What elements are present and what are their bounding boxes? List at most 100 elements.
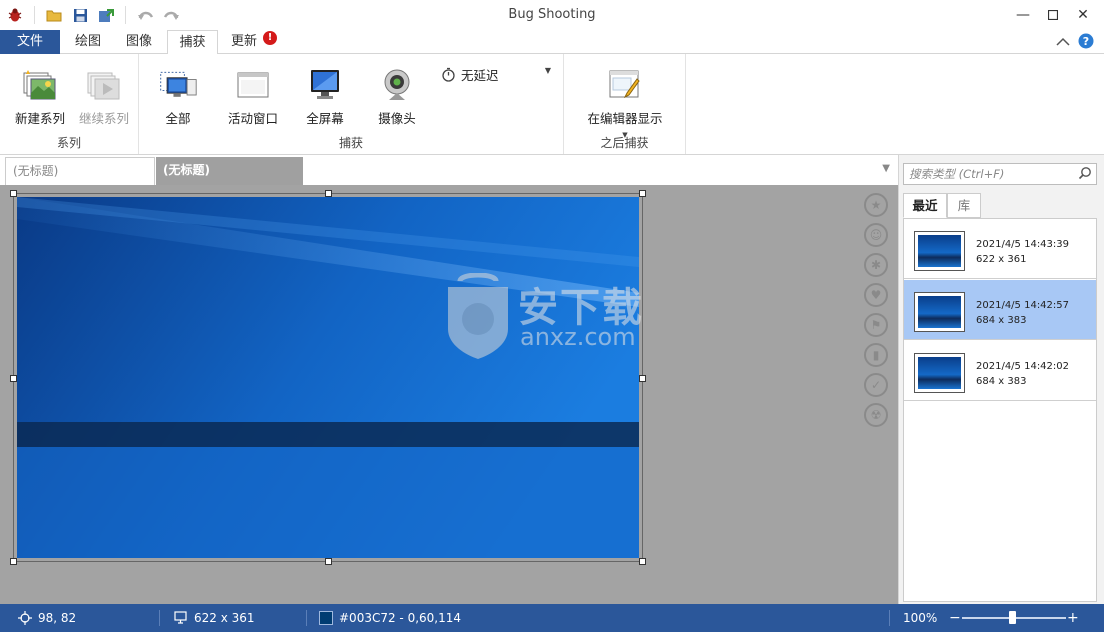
new-series-button[interactable]: 新建系列 bbox=[10, 66, 70, 127]
crosshair-icon bbox=[18, 611, 32, 625]
resize-handle[interactable] bbox=[639, 558, 646, 565]
list-item[interactable]: 2021/4/5 14:43:39 622 x 361 bbox=[904, 219, 1096, 279]
zoom-slider-thumb[interactable] bbox=[1009, 611, 1016, 624]
color-value: #003C72 - 0,60,114 bbox=[339, 611, 462, 625]
update-alert-badge: ! bbox=[263, 31, 277, 45]
tab-update[interactable]: 更新 bbox=[224, 30, 264, 54]
continue-series-icon bbox=[87, 72, 120, 100]
search-placeholder: 搜索类型 (Ctrl+F) bbox=[909, 167, 1005, 181]
resize-handle[interactable] bbox=[639, 190, 646, 197]
item-timestamp: 2021/4/5 14:42:57 bbox=[976, 300, 1070, 311]
resize-handle[interactable] bbox=[10, 190, 17, 197]
capture-active-window-button[interactable]: 活动窗口 bbox=[221, 66, 285, 127]
all-screens-icon bbox=[160, 71, 197, 97]
tab-recent[interactable]: 最近 bbox=[903, 193, 947, 218]
star-stamp-icon[interactable]: ★ bbox=[864, 193, 888, 217]
resize-handle[interactable] bbox=[325, 190, 332, 197]
check-stamp-icon[interactable]: ✓ bbox=[864, 373, 888, 397]
ribbon-group-capture: 全部 活动窗口 全屏幕 摄像头 无延迟 ▼ 捕获 bbox=[139, 54, 564, 154]
open-folder-icon[interactable] bbox=[43, 4, 65, 26]
ribbon-group-after-capture: 在编辑器显示 ▼ 之后捕获 bbox=[564, 54, 686, 154]
item-timestamp: 2021/4/5 14:43:39 bbox=[976, 239, 1070, 250]
tab-list-dropdown-icon[interactable]: ▼ bbox=[882, 163, 890, 174]
zoom-level: 100% bbox=[903, 611, 938, 625]
undo-icon[interactable] bbox=[134, 4, 156, 26]
maximize-button[interactable] bbox=[1038, 4, 1068, 26]
app-bug-icon[interactable] bbox=[4, 4, 26, 26]
radiation-stamp-icon[interactable]: ☢ bbox=[864, 403, 888, 427]
capture-thumbnail bbox=[914, 292, 965, 332]
delay-value: 无延迟 bbox=[461, 67, 499, 83]
capture-thumbnail bbox=[914, 353, 965, 393]
tab-file[interactable]: 文件 bbox=[0, 30, 60, 54]
webcam-icon bbox=[384, 69, 410, 100]
capture-camera-button[interactable]: 摄像头 bbox=[373, 66, 421, 127]
full-screen-label: 全屏幕 bbox=[306, 111, 344, 126]
capture-all-button[interactable]: 全部 bbox=[153, 66, 203, 127]
camera-label: 摄像头 bbox=[378, 111, 416, 126]
capture-full-screen-button[interactable]: 全屏幕 bbox=[301, 66, 349, 127]
title-bar: Bug Shooting — ✕ bbox=[0, 0, 1104, 30]
smiley-stamp-icon[interactable]: ☺ bbox=[864, 223, 888, 247]
redo-icon[interactable] bbox=[160, 4, 182, 26]
zoom-in-button[interactable]: + bbox=[1067, 604, 1079, 632]
help-icon[interactable]: ? bbox=[1078, 33, 1094, 52]
item-size: 622 x 361 bbox=[976, 254, 1027, 265]
window-controls: — ✕ bbox=[1008, 4, 1098, 26]
resize-handle[interactable] bbox=[325, 558, 332, 565]
delay-dropdown[interactable]: 无延迟 ▼ bbox=[441, 64, 559, 84]
captured-screenshot-image[interactable] bbox=[17, 197, 639, 558]
document-tab-active[interactable]: (无标题) bbox=[156, 157, 303, 185]
quick-access-toolbar bbox=[0, 0, 182, 30]
collapse-ribbon-icon[interactable] bbox=[1056, 36, 1070, 50]
continue-series-button[interactable]: 继续系列 bbox=[74, 66, 134, 127]
list-item-selected[interactable]: 2021/4/5 14:42:57 684 x 383 bbox=[904, 280, 1096, 340]
after-capture-group-label: 之后捕获 bbox=[600, 136, 649, 150]
active-window-icon bbox=[237, 72, 269, 98]
series-group-label: 系列 bbox=[56, 136, 81, 150]
search-icon[interactable] bbox=[1078, 166, 1092, 186]
bookmark-stamp-icon[interactable]: ▮ bbox=[864, 343, 888, 367]
resize-handle[interactable] bbox=[639, 375, 646, 382]
editor-canvas[interactable]: 安下载 anxz.com ★ ☺ ✱ ♥ ⚑ ▮ ✓ ☢ bbox=[0, 185, 898, 604]
capture-group-label: 捕获 bbox=[338, 136, 363, 150]
document-tab-bar: (无标题) (无标题) ▼ bbox=[0, 155, 898, 185]
flag-stamp-icon[interactable]: ⚑ bbox=[864, 313, 888, 337]
save-share-icon[interactable] bbox=[95, 4, 117, 26]
watermark-logo: 安下载 anxz.com bbox=[440, 272, 670, 363]
document-tab[interactable]: (无标题) bbox=[5, 157, 155, 185]
cursor-position: 98, 82 bbox=[18, 604, 76, 632]
capture-thumbnail bbox=[914, 231, 965, 271]
close-button[interactable]: ✕ bbox=[1068, 4, 1098, 26]
stamp-toolbar: ★ ☺ ✱ ♥ ⚑ ▮ ✓ ☢ bbox=[864, 193, 890, 433]
show-in-editor-button[interactable]: 在编辑器显示 ▼ bbox=[570, 66, 680, 139]
zoom-out-button[interactable]: − bbox=[949, 604, 961, 632]
tab-library[interactable]: 库 bbox=[947, 193, 981, 218]
resize-handle[interactable] bbox=[10, 375, 17, 382]
heart-stamp-icon[interactable]: ♥ bbox=[864, 283, 888, 307]
search-input[interactable]: 搜索类型 (Ctrl+F) bbox=[903, 163, 1097, 185]
item-size: 684 x 383 bbox=[976, 315, 1027, 326]
dimensions-icon bbox=[174, 611, 187, 624]
lightbulb-stamp-icon[interactable]: ✱ bbox=[864, 253, 888, 277]
resize-handle[interactable] bbox=[10, 558, 17, 565]
active-window-label: 活动窗口 bbox=[227, 111, 278, 126]
tab-image[interactable]: 图像 bbox=[117, 30, 161, 54]
tab-capture[interactable]: 捕获 bbox=[167, 30, 218, 55]
save-icon[interactable] bbox=[69, 4, 91, 26]
monitor-icon bbox=[311, 70, 339, 99]
tab-draw[interactable]: 绘图 bbox=[66, 30, 110, 54]
cursor-coordinates: 98, 82 bbox=[38, 611, 77, 625]
minimize-button[interactable]: — bbox=[1008, 4, 1038, 26]
list-item[interactable]: 2021/4/5 14:42:02 684 x 383 bbox=[904, 341, 1096, 401]
item-size: 684 x 383 bbox=[976, 376, 1027, 387]
new-series-label: 新建系列 bbox=[14, 111, 65, 126]
history-panel: 搜索类型 (Ctrl+F) 最近 库 2021/4/5 14:43:39 622… bbox=[898, 155, 1104, 604]
dimensions-value: 622 x 361 bbox=[194, 611, 255, 625]
ribbon-tab-bar: 文件 绘图 图像 捕获 更新 ! ? bbox=[0, 30, 1104, 55]
stopwatch-icon bbox=[442, 67, 455, 82]
color-swatch bbox=[319, 611, 333, 625]
ribbon: 新建系列 继续系列 系列 全部 活动窗口 全屏幕 摄像头 无延迟 ▼ 捕获 在编… bbox=[0, 54, 1104, 155]
capture-all-label: 全部 bbox=[165, 111, 191, 126]
watermark-domain: anxz.com bbox=[520, 323, 636, 351]
